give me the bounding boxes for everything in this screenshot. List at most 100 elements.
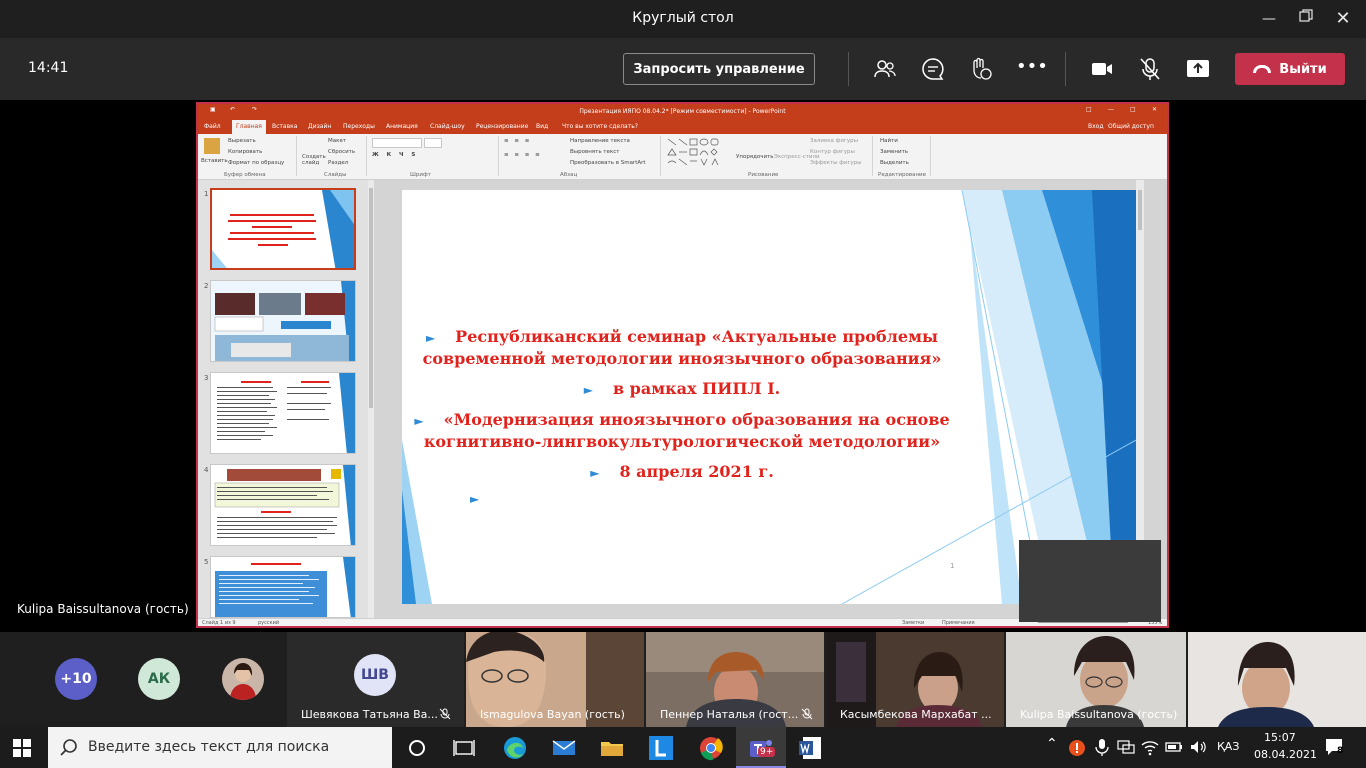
teams-window: Круглый стол — ✕ 14:41 Запросить управле… bbox=[0, 0, 1366, 768]
title-bar: Круглый стол — ✕ bbox=[0, 0, 1366, 38]
shapes-gallery-icon bbox=[667, 138, 719, 166]
tab-animation: Анимация bbox=[386, 123, 418, 130]
keyboard-language[interactable]: ҚАЗ bbox=[1217, 740, 1239, 753]
participants-strip: +10 АК ШВ Шевякова Татьяна Ва... Ismagul… bbox=[0, 632, 1366, 727]
format-painter-label: Формат по образцу bbox=[228, 160, 285, 166]
share-tray-icon[interactable] bbox=[1185, 56, 1211, 82]
taskbar-time[interactable]: 15:07 bbox=[1264, 731, 1296, 744]
align-icons: ≡ ≡ ≡ ≡ bbox=[504, 152, 542, 158]
participants-icon[interactable] bbox=[872, 56, 898, 82]
taskbar-search-box[interactable]: Введите здесь текст для поиска bbox=[48, 727, 392, 768]
task-view-icon[interactable] bbox=[451, 735, 477, 761]
section-label: Раздел bbox=[328, 160, 349, 166]
word-icon[interactable] bbox=[797, 735, 823, 761]
shared-screen-stage: Презентация ИЯПО 08.04.2* [Режим совмест… bbox=[0, 100, 1366, 632]
ribbon-divider bbox=[296, 136, 297, 176]
participant-tile[interactable] bbox=[1188, 632, 1366, 727]
tray-expand-icon[interactable]: ⌃ bbox=[1046, 736, 1058, 752]
ppt-minimize-icon: — bbox=[1108, 106, 1114, 113]
leave-button[interactable]: Выйти bbox=[1235, 53, 1345, 85]
bullet-icon: ► bbox=[590, 466, 600, 480]
app-l-icon[interactable] bbox=[648, 735, 674, 761]
thumb-number: 5 bbox=[204, 558, 209, 566]
paste-icon bbox=[204, 138, 220, 154]
teams-taskbar-button[interactable]: 9+ bbox=[736, 727, 786, 768]
thumb-number: 1 bbox=[204, 190, 209, 198]
participant-tile[interactable]: Пеннер Наталья (гост... bbox=[646, 632, 824, 727]
zoom-slider bbox=[1038, 622, 1128, 623]
tell-me-box: Что вы хотите сделать? bbox=[562, 123, 638, 130]
thumb-4-art bbox=[214, 465, 355, 545]
avatar-shv: ШВ bbox=[354, 654, 396, 696]
reset-label: Сбросить bbox=[328, 149, 356, 155]
new-slide-label: Создать слайд bbox=[302, 154, 326, 166]
more-participants-avatar[interactable]: +10 bbox=[55, 658, 97, 700]
window-title: Круглый стол bbox=[632, 10, 734, 26]
avatar-photo[interactable] bbox=[222, 658, 264, 700]
group-font: Шрифт bbox=[410, 172, 431, 178]
maximize-icon[interactable] bbox=[1295, 8, 1317, 30]
toolbar-divider bbox=[848, 52, 849, 86]
presenter-name: Kulipa Baissultanova (гость) bbox=[17, 602, 189, 616]
battery-icon[interactable] bbox=[1165, 738, 1183, 756]
chat-icon[interactable] bbox=[920, 56, 946, 82]
more-actions-icon[interactable]: ••• bbox=[1016, 56, 1048, 82]
slide-text: «Модернизация иноязычного образования на… bbox=[443, 410, 950, 429]
teams-badge: 9+ bbox=[758, 747, 776, 757]
participant-name: Ismagulova Bayan (гость) bbox=[480, 708, 625, 721]
chrome-icon[interactable] bbox=[698, 735, 724, 761]
font-name-box bbox=[372, 138, 422, 148]
thumb-3-art bbox=[217, 373, 355, 453]
ribbon-divider bbox=[366, 136, 367, 176]
share-link: Общий доступ bbox=[1108, 123, 1154, 130]
network-icon[interactable] bbox=[1117, 738, 1135, 756]
taskbar-date[interactable]: 08.04.2021 bbox=[1254, 748, 1317, 761]
cut-label: Вырезать bbox=[228, 138, 256, 144]
tab-design: Дизайн bbox=[308, 123, 332, 130]
avatar-ak[interactable]: АК bbox=[138, 658, 180, 700]
slide-thumbnail bbox=[210, 372, 356, 454]
file-explorer-icon[interactable] bbox=[599, 735, 625, 761]
participant-tile[interactable]: Ismagulova Bayan (гость) bbox=[466, 632, 644, 727]
powerpoint-ribbon: Вставить Вырезать Копировать Формат по о… bbox=[198, 134, 1167, 180]
group-slides: Слайды bbox=[324, 172, 347, 178]
search-icon bbox=[60, 739, 77, 756]
group-paragraph: Абзац bbox=[560, 172, 578, 178]
cortana-icon[interactable] bbox=[404, 735, 430, 761]
font-format-icons: Ж К Ч S bbox=[372, 152, 419, 158]
windows-taskbar: Введите здесь текст для поиска 9+ ⌃ ҚАЗ … bbox=[0, 727, 1366, 768]
tab-slideshow: Слайд-шоу bbox=[430, 123, 465, 130]
volume-icon[interactable] bbox=[1189, 738, 1207, 756]
mail-icon[interactable] bbox=[551, 735, 577, 761]
meeting-duration: 14:41 bbox=[28, 60, 69, 76]
request-control-button[interactable]: Запросить управление bbox=[623, 53, 815, 85]
participant-name: Касымбекова Мархабат ... bbox=[840, 708, 992, 721]
ribbon-divider bbox=[498, 136, 499, 176]
tray-mic-icon[interactable] bbox=[1093, 738, 1111, 756]
mic-off-icon[interactable] bbox=[1137, 56, 1163, 82]
participant-tile[interactable]: Kulipa Baissultanova (гость) bbox=[1006, 632, 1186, 727]
close-icon[interactable]: ✕ bbox=[1332, 8, 1354, 30]
participant-tile[interactable]: Касымбекова Мархабат ... bbox=[826, 632, 1004, 727]
save-icon: ▣ bbox=[210, 106, 216, 113]
bullet-icon: ► bbox=[425, 331, 436, 345]
wifi-icon[interactable] bbox=[1141, 738, 1159, 756]
ribbon-divider bbox=[930, 136, 931, 176]
minimize-icon[interactable]: — bbox=[1258, 8, 1280, 30]
tab-home: Главная bbox=[232, 120, 266, 134]
shape-effects-label: Эффекты фигуры bbox=[810, 160, 862, 166]
camera-icon[interactable] bbox=[1089, 56, 1115, 82]
participant-tile[interactable]: ШВ Шевякова Татьяна Ва... bbox=[287, 632, 464, 727]
alert-icon[interactable] bbox=[1068, 739, 1086, 757]
find-label: Найти bbox=[880, 138, 898, 144]
search-placeholder: Введите здесь текст для поиска bbox=[88, 739, 330, 755]
windows-start-icon[interactable] bbox=[12, 738, 32, 758]
group-drawing: Рисование bbox=[748, 172, 779, 178]
thumb-number: 4 bbox=[204, 466, 209, 474]
participant-name: Шевякова Татьяна Ва... bbox=[301, 708, 438, 721]
reactions-icon[interactable] bbox=[968, 56, 994, 82]
slide-text: Республиканский семинар «Актуальные проб… bbox=[455, 327, 939, 346]
slide-text: в рамках ПИПЛ I. bbox=[612, 379, 781, 398]
slide-thumbnails-pane: 1 2 3 4 5 bbox=[198, 180, 368, 618]
edge-browser-icon[interactable] bbox=[502, 735, 528, 761]
